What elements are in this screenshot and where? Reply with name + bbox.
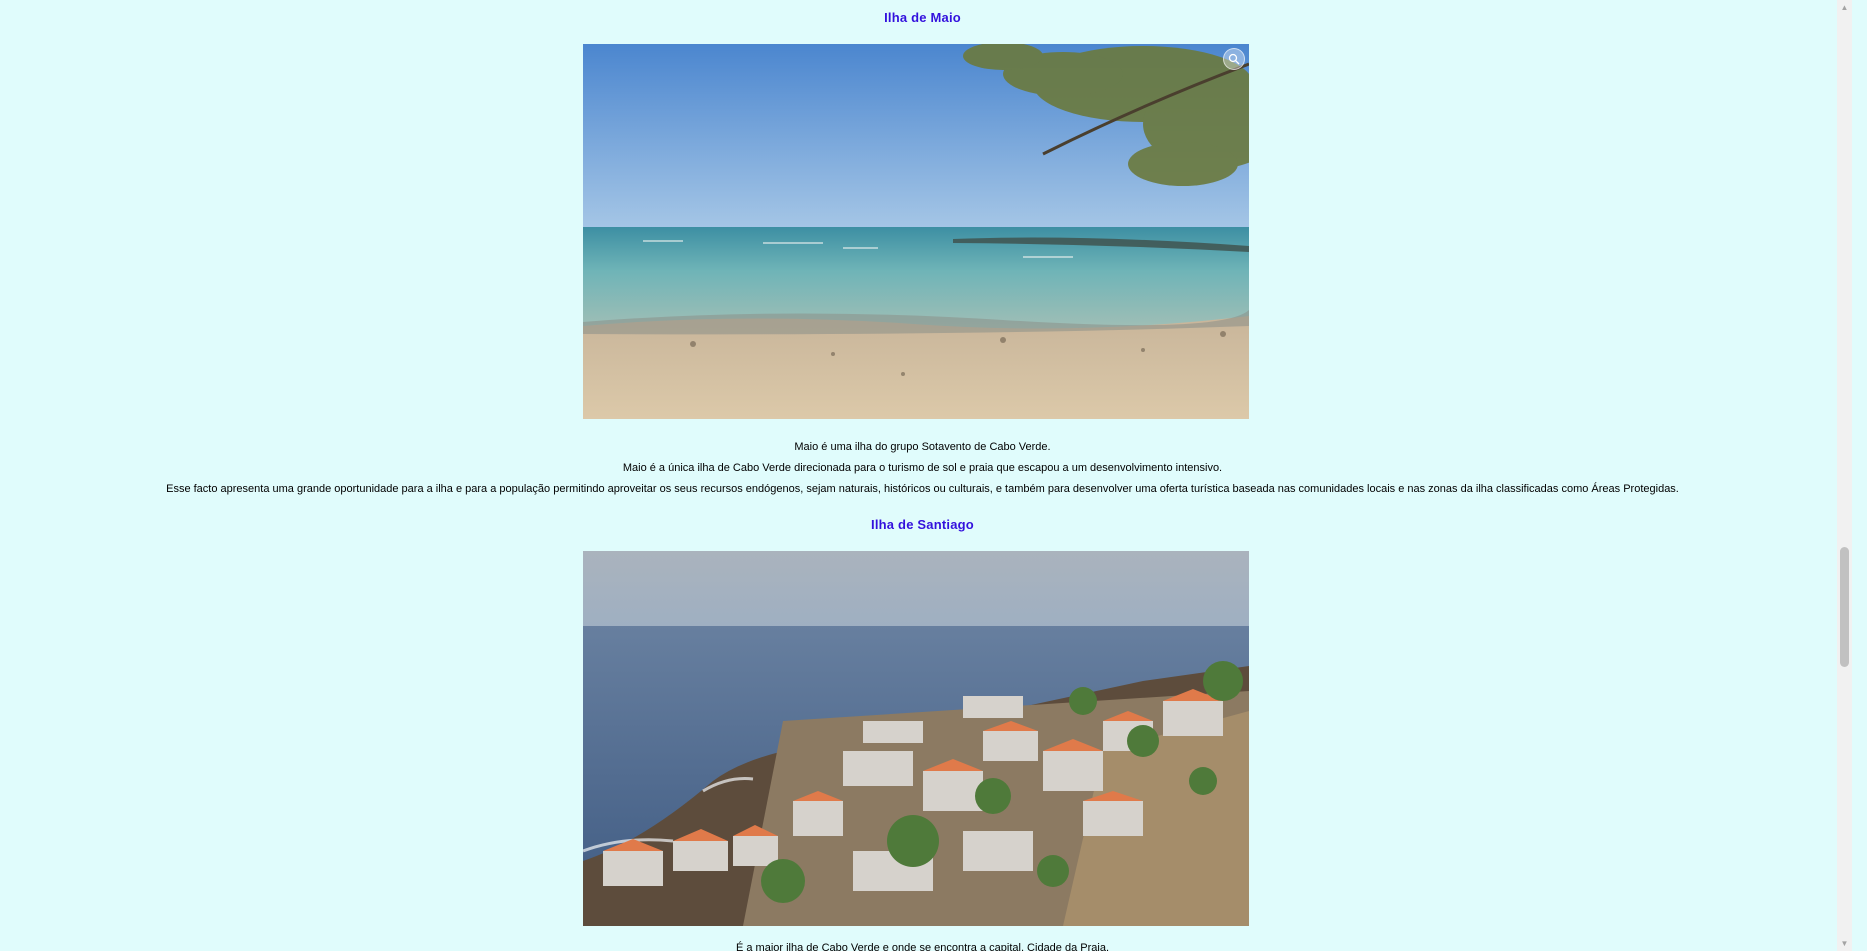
maio-paragraph-1: Maio é uma ilha do grupo Sotavento de Ca… [794,441,1051,453]
section-title-maio: Ilha de Maio [884,10,961,25]
santiago-description: É a maior ilha de Cabo Verde e onde se e… [735,942,1110,951]
scroll-down-arrow-icon[interactable]: ▼ [1837,936,1852,951]
santiago-coast-image [583,551,1249,926]
zoom-button[interactable] [1223,48,1245,70]
scroll-up-arrow-icon[interactable]: ▲ [1837,0,1852,15]
vertical-scrollbar[interactable]: ▲ ▼ [1837,0,1852,951]
zoom-icon [1228,53,1240,65]
page: Ilha de Maio Maio é uma ilha do grupo So… [0,0,1852,951]
santiago-coast-photo [583,551,1249,926]
maio-paragraph-2: Maio é a única ilha de Cabo Verde direci… [622,462,1223,474]
maio-paragraph-3: Esse facto apresenta uma grande oportuni… [166,483,1679,495]
maio-beach-image [583,44,1249,419]
scrollbar-thumb[interactable] [1840,547,1849,667]
section-title-santiago: Ilha de Santiago [871,517,974,532]
maio-description: Maio é uma ilha do grupo Sotavento de Ca… [0,437,1845,500]
maio-beach-photo [583,44,1249,419]
